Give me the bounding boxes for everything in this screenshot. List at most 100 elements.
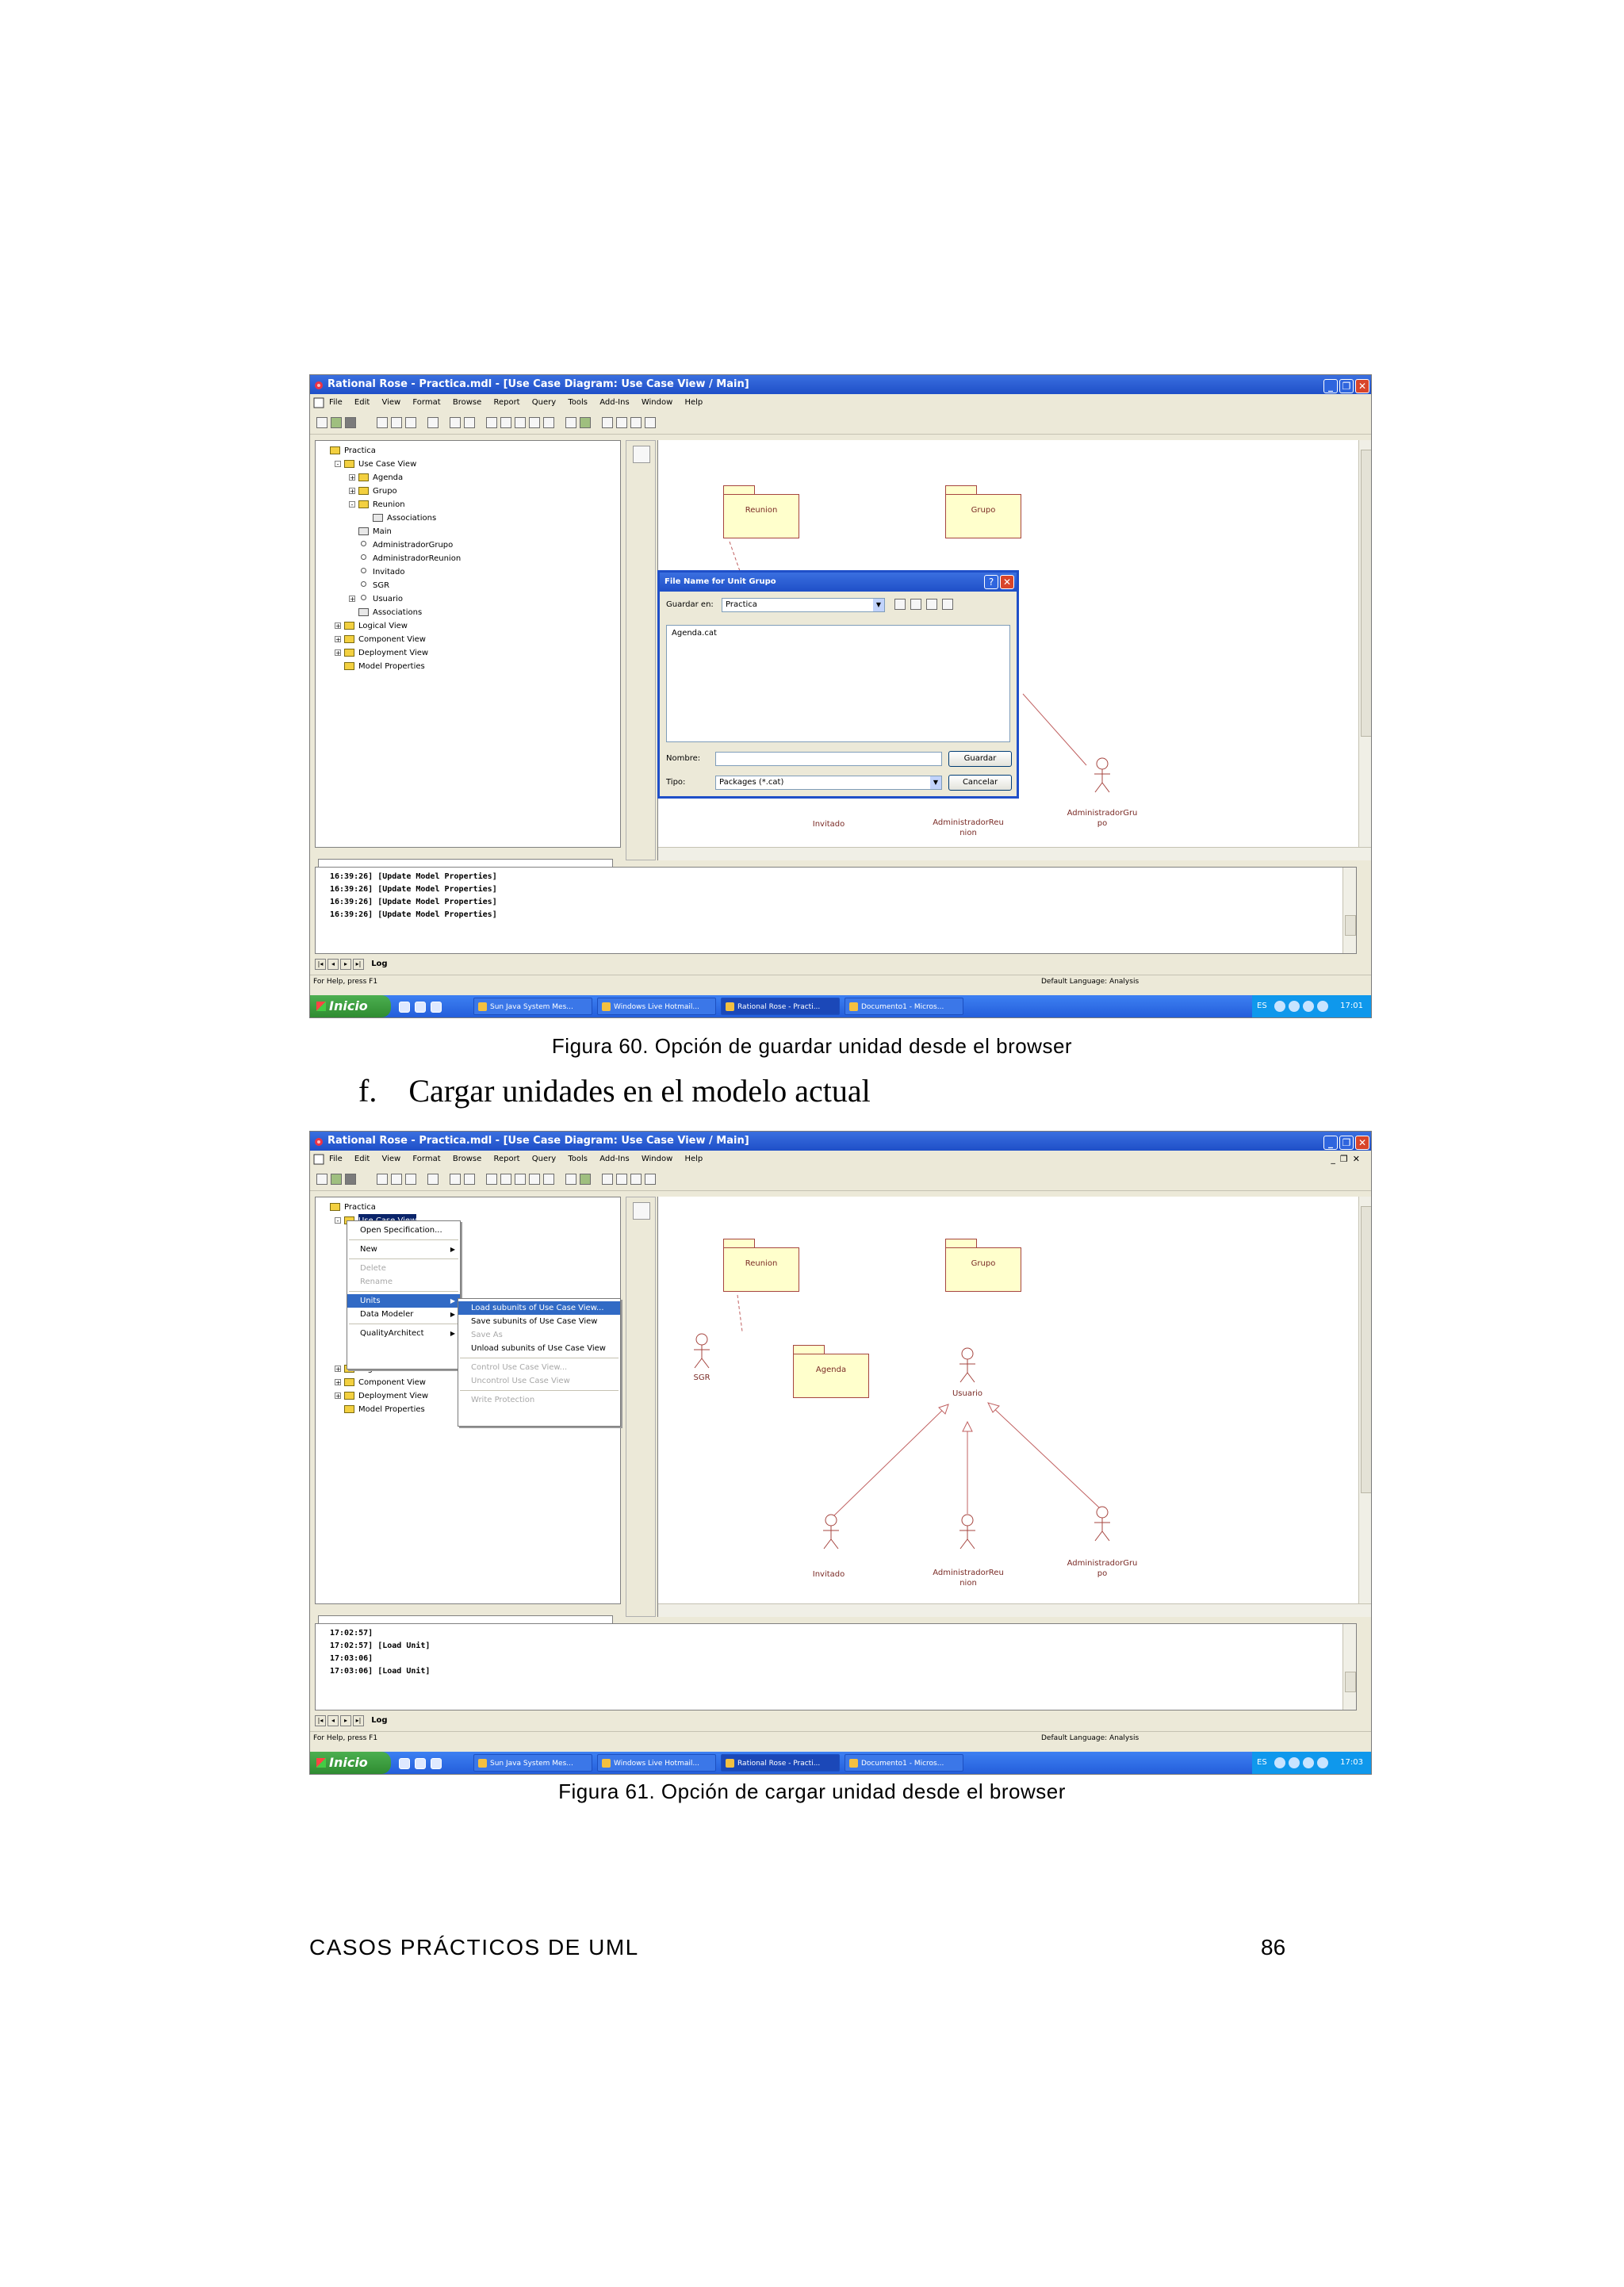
tray-icon[interactable] — [1317, 1757, 1328, 1768]
collapse-icon[interactable]: - — [335, 461, 341, 468]
browse-parent-icon[interactable] — [565, 417, 576, 428]
context-help-icon[interactable] — [450, 1174, 461, 1185]
prev-icon[interactable]: ◂ — [327, 1715, 339, 1726]
task-sun-java[interactable]: Sun Java System Mes... — [473, 998, 592, 1015]
cut-icon[interactable] — [377, 417, 388, 428]
cut-icon[interactable] — [377, 1174, 388, 1185]
last-icon[interactable]: ▸| — [353, 1715, 364, 1726]
task-hotmail[interactable]: Windows Live Hotmail... — [597, 998, 716, 1015]
minimize-icon[interactable]: _ — [1323, 1136, 1338, 1150]
menu-format[interactable]: Format — [412, 394, 440, 412]
log-window[interactable]: 16:39:26] [Update Model Properties] 16:3… — [315, 867, 1357, 954]
cancel-button[interactable]: Cancelar — [948, 775, 1012, 791]
up-folder-icon[interactable] — [910, 599, 921, 610]
new-icon[interactable] — [316, 417, 327, 428]
zoom-out-icon[interactable] — [616, 417, 627, 428]
task-rational-rose[interactable]: Rational Rose - Practi... — [721, 1754, 840, 1772]
use-case-diagram[interactable]: Reunion Grupo Agenda SGR Usuario Invitad… — [657, 1197, 1371, 1617]
log-scrollbar[interactable] — [1342, 868, 1356, 953]
document-icon[interactable] — [313, 397, 324, 408]
ie-icon[interactable] — [399, 1002, 410, 1013]
browse-interaction-icon[interactable] — [500, 417, 511, 428]
zoom-in-icon[interactable] — [602, 1174, 613, 1185]
diagram-vertical-scrollbar[interactable] — [1358, 440, 1371, 860]
expand-icon[interactable]: + — [335, 649, 341, 657]
collapse-icon[interactable]: - — [335, 1217, 341, 1224]
file-item[interactable]: Agenda.cat — [672, 629, 717, 638]
menu-tools[interactable]: Tools — [568, 1151, 588, 1168]
tray-icon[interactable] — [1274, 1001, 1285, 1012]
tray-icon[interactable] — [1274, 1757, 1285, 1768]
task-rational-rose[interactable]: Rational Rose - Practi... — [721, 998, 840, 1015]
task-sun-java[interactable]: Sun Java System Mes... — [473, 1754, 592, 1772]
fit-window-icon[interactable] — [630, 417, 642, 428]
close-icon[interactable]: ✕ — [1355, 379, 1369, 393]
view-menu-icon[interactable] — [942, 599, 953, 610]
menu-item[interactable]: Load subunits of Use Case View... — [458, 1301, 620, 1315]
menu-item[interactable]: Unload subunits of Use Case View — [458, 1342, 620, 1355]
save-in-combo[interactable]: Practica ▼ — [722, 598, 885, 612]
package-agenda[interactable]: Agenda — [793, 1345, 869, 1398]
ie-icon[interactable] — [399, 1758, 410, 1769]
back-folder-icon[interactable] — [894, 599, 906, 610]
new-folder-icon[interactable] — [926, 599, 937, 610]
restore-icon[interactable]: ❐ — [1339, 1136, 1354, 1150]
collapse-icon[interactable]: - — [349, 501, 355, 508]
desktop-icon[interactable] — [415, 1758, 426, 1769]
copy-icon[interactable] — [391, 1174, 402, 1185]
diagram-horizontal-scrollbar[interactable] — [658, 1603, 1371, 1617]
context-help-icon[interactable] — [450, 417, 461, 428]
language-indicator[interactable]: ES — [1257, 1752, 1267, 1774]
copy-icon[interactable] — [391, 417, 402, 428]
menu-item[interactable]: QualityArchitect ▶ — [347, 1327, 460, 1340]
task-word[interactable]: Documento1 - Micros... — [845, 998, 963, 1015]
file-name-input[interactable] — [715, 752, 942, 766]
menu-help[interactable]: Help — [684, 394, 703, 412]
document-icon[interactable] — [313, 1154, 324, 1165]
menu-item[interactable]: Units ▶ — [347, 1294, 460, 1308]
mdi-controls[interactable]: _❐✕ — [1331, 1151, 1365, 1168]
tray-icon[interactable] — [1289, 1001, 1300, 1012]
browse-component-icon[interactable] — [515, 417, 526, 428]
diagram-vertical-scrollbar[interactable] — [1358, 1197, 1371, 1617]
firefox-icon[interactable] — [431, 1002, 442, 1013]
browse-deployment-icon[interactable] — [529, 1174, 540, 1185]
menu-view[interactable]: View — [381, 394, 400, 412]
browse-interaction-icon[interactable] — [500, 1174, 511, 1185]
menu-item[interactable]: New ▶ — [347, 1243, 460, 1256]
view-doc-icon[interactable] — [464, 417, 475, 428]
start-button[interactable]: Inicio — [310, 1752, 391, 1774]
menu-report[interactable]: Report — [493, 394, 519, 412]
menu-addins[interactable]: Add-Ins — [599, 1151, 629, 1168]
menu-file[interactable]: File — [329, 1151, 343, 1168]
fit-window-icon[interactable] — [630, 1174, 642, 1185]
browse-statechart-icon[interactable] — [543, 417, 554, 428]
restore-icon[interactable]: ❐ — [1339, 379, 1354, 393]
minimize-icon[interactable]: _ — [1323, 379, 1338, 393]
print-icon[interactable] — [427, 417, 439, 428]
menu-item[interactable]: Data Modeler ▶ — [347, 1308, 460, 1321]
tab-log[interactable]: Log — [371, 1716, 387, 1725]
desktop-icon[interactable] — [415, 1002, 426, 1013]
browse-component-icon[interactable] — [515, 1174, 526, 1185]
file-list[interactable]: Agenda.cat — [666, 625, 1010, 742]
tray-icon[interactable] — [1303, 1001, 1314, 1012]
back-icon[interactable] — [580, 1174, 591, 1185]
expand-icon[interactable]: + — [335, 636, 341, 643]
browser-tree-pane[interactable]: Practica - Use Case View + Agenda + Grupo - Reun… — [315, 440, 621, 848]
package-grupo[interactable]: Grupo — [945, 485, 1021, 538]
save-icon[interactable] — [345, 417, 356, 428]
open-icon[interactable] — [331, 1174, 342, 1185]
menu-query[interactable]: Query — [532, 1151, 556, 1168]
browse-class-icon[interactable] — [486, 1174, 497, 1185]
save-button[interactable]: Guardar — [948, 751, 1012, 767]
log-window[interactable]: 17:02:57] 17:02:57] [Load Unit] 17:03:06… — [315, 1623, 1357, 1710]
task-hotmail[interactable]: Windows Live Hotmail... — [597, 1754, 716, 1772]
zoom-out-icon[interactable] — [616, 1174, 627, 1185]
view-doc-icon[interactable] — [464, 1174, 475, 1185]
start-button[interactable]: Inicio — [310, 995, 391, 1017]
close-icon[interactable]: ✕ — [1355, 1136, 1369, 1150]
first-icon[interactable]: |◂ — [315, 1715, 326, 1726]
menu-window[interactable]: Window — [642, 1151, 672, 1168]
browse-parent-icon[interactable] — [565, 1174, 576, 1185]
